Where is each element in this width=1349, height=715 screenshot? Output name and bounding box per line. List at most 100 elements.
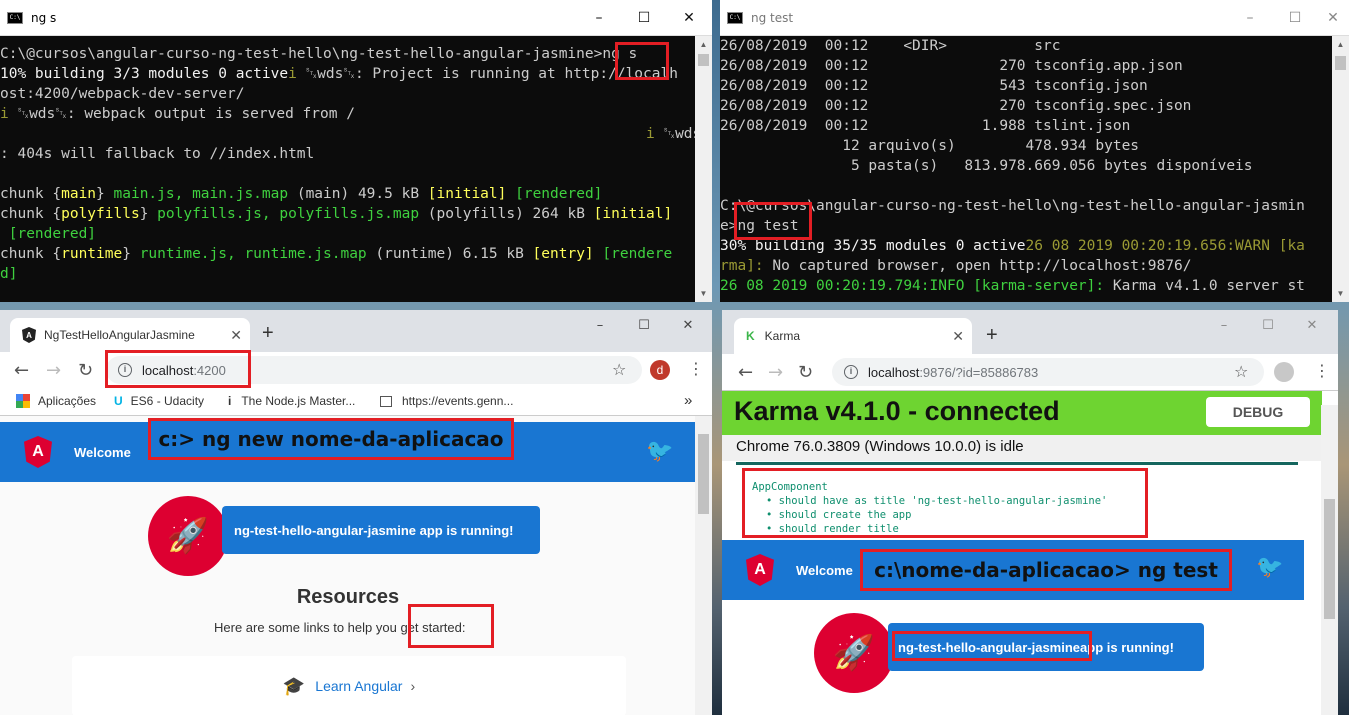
console-output[interactable]: C:\@cursos\angular-curso-ng-test-hello\n… — [0, 44, 695, 302]
star-icon[interactable]: ☆ — [612, 360, 626, 379]
bookmark-events[interactable]: https://events.genn... — [380, 394, 513, 408]
browser-toolbar: ← → ↻ i localhost:9876/?id=85886783 ☆ ⋮ — [722, 354, 1338, 390]
console-text: ␂wds␂ — [663, 126, 695, 142]
minimize-button[interactable]: – — [1227, 0, 1273, 36]
close-button[interactable]: ✕ — [1290, 310, 1334, 340]
console-text: rma]: — [720, 258, 773, 274]
page-scroll-thumb[interactable] — [1324, 499, 1335, 619]
scrollbar[interactable]: ▲ ▼ — [695, 36, 712, 302]
forward-icon[interactable]: → — [46, 360, 61, 381]
console-text: ␂wds␂: Project is running at http://loca… — [305, 66, 678, 82]
minimize-button[interactable]: – — [1202, 310, 1246, 340]
back-icon[interactable]: ← — [14, 360, 29, 381]
address-bar[interactable]: i localhost:9876/?id=85886783 — [832, 358, 1264, 386]
scroll-down-icon[interactable]: ▼ — [695, 285, 712, 302]
browser-window-karma[interactable]: K Karma ✕ + – ☐ ✕ ← → ↻ i localhost:9876… — [722, 310, 1338, 715]
close-tab-icon[interactable]: ✕ — [230, 327, 242, 344]
close-button[interactable]: ✕ — [666, 310, 710, 340]
learn-angular-link[interactable]: Learn Angular — [315, 678, 402, 694]
learn-angular-card[interactable]: 🎓 Learn Angular › — [72, 656, 626, 715]
console-output[interactable]: 26/08/2019 00:12 <DIR> src 26/08/2019 00:… — [720, 36, 1332, 302]
page-viewport[interactable]: A Welcome 🐦 🚀 ng-test-hello-angular-jasm… — [0, 416, 712, 715]
bookmark-udacity[interactable]: U ES6 - Udacity — [114, 394, 204, 408]
console-line: 26/08/2019 00:12 270 tsconfig.spec.json — [720, 96, 1332, 116]
karma-status-title: Karma v4.1.0 - connected — [734, 396, 1060, 426]
twitter-icon[interactable]: 🐦 — [1256, 554, 1283, 580]
maximize-button[interactable]: ☐ — [1272, 0, 1318, 36]
debug-button[interactable]: DEBUG — [1206, 397, 1310, 427]
url-host: localhost — [142, 362, 194, 378]
running-text: app is running! — [1080, 639, 1174, 655]
console-text: 26 08 2019 00:20:19.794:INFO [karma-serv… — [720, 278, 1113, 294]
minimize-button[interactable]: – — [578, 310, 622, 340]
close-button[interactable]: ✕ — [666, 0, 712, 36]
scroll-down-icon[interactable]: ▼ — [1332, 285, 1349, 302]
console-line: i ␂wds␂: webpack output is served from / — [0, 104, 695, 124]
back-icon[interactable]: ← — [738, 362, 753, 383]
console-line: chunk {runtime} runtime.js, runtime.js.m… — [0, 244, 695, 264]
app-running-banner: ng-test-hello-angular-jasmine app is run… — [222, 506, 540, 554]
maximize-button[interactable]: ☐ — [621, 0, 667, 36]
profile-avatar[interactable]: d — [650, 360, 670, 380]
karma-viewport[interactable]: Karma v4.1.0 - connected DEBUG Chrome 76… — [722, 390, 1338, 715]
bookmark-apps[interactable]: Aplicações — [16, 394, 96, 408]
console-text: [rendered] — [8, 226, 97, 242]
maximize-button[interactable]: ☐ — [1246, 310, 1290, 340]
scroll-up-icon[interactable]: ▲ — [1332, 36, 1349, 53]
new-tab-icon[interactable]: + — [986, 324, 998, 347]
scrollbar[interactable]: ▲ ▼ — [1332, 36, 1349, 302]
scroll-thumb[interactable] — [1335, 56, 1346, 70]
menu-icon[interactable]: ⋮ — [688, 359, 704, 378]
minimize-button[interactable]: – — [576, 0, 622, 36]
reload-icon[interactable]: ↻ — [78, 360, 93, 381]
address-bar[interactable]: i localhost:4200 — [106, 356, 642, 384]
new-tab-icon[interactable]: + — [262, 322, 274, 345]
welcome-text: Welcome — [74, 444, 131, 460]
star-icon[interactable]: ☆ — [1234, 362, 1248, 381]
close-button[interactable]: ✕ — [1317, 0, 1349, 36]
bookmark-nodejs[interactable]: i The Node.js Master... — [228, 394, 355, 408]
profile-avatar[interactable] — [1274, 362, 1294, 382]
console-text: No captured browser, open http://localho… — [772, 258, 1192, 274]
scroll-up-icon[interactable]: ▲ — [695, 36, 712, 53]
bookmark-label: The Node.js Master... — [241, 394, 356, 408]
info-icon[interactable]: i — [118, 363, 132, 377]
spec-item: • should have as title 'ng-test-hello-an… — [766, 495, 1108, 507]
cmd-titlebar[interactable]: C:\ ng s – ☐ ✕ — [0, 0, 712, 36]
console-line: 26/08/2019 00:12 1.988 tslint.json — [720, 116, 1332, 136]
page-scrollbar[interactable] — [695, 416, 712, 715]
cmd-window-ng-s[interactable]: C:\ ng s – ☐ ✕ C:\@cursos\angular-curso-… — [0, 0, 712, 302]
angular-toolbar: A Welcome 🐦 — [722, 540, 1304, 600]
angular-logo-icon: A — [24, 436, 52, 468]
browser-window-app[interactable]: A NgTestHelloAngularJasmine ✕ + – ☐ ✕ ← … — [0, 310, 712, 715]
maximize-button[interactable]: ☐ — [622, 310, 666, 340]
twitter-icon[interactable]: 🐦 — [646, 438, 673, 464]
url-host: localhost — [868, 364, 920, 380]
tab-app[interactable]: A NgTestHelloAngularJasmine ✕ — [10, 318, 250, 352]
bookmark-label: https://events.genn... — [402, 394, 514, 408]
console-line: C:\@cursos\angular-curso-ng-test-hello\n… — [0, 44, 695, 64]
cmd-titlebar[interactable]: C:\ ng test – ☐ ✕ — [720, 0, 1349, 36]
page-scroll-thumb[interactable] — [698, 434, 709, 514]
more-bookmarks-icon[interactable]: » — [684, 392, 692, 409]
spec-report: AppComponent • should have as title 'ng-… — [752, 480, 1107, 536]
angular-toolbar: A Welcome 🐦 — [0, 422, 696, 482]
browser-status: Chrome 76.0.3809 (Windows 10.0.0) is idl… — [722, 435, 1322, 461]
console-text: : 404s will fallback to //index.html — [0, 146, 315, 162]
subtitle-part: Here are some links to help you — [214, 620, 401, 635]
tab-karma[interactable]: K Karma ✕ — [734, 318, 972, 354]
url-port: :4200 — [193, 362, 226, 378]
browser-toolbar: ← → ↻ i localhost:4200 ☆ d ⋮ — [0, 352, 712, 388]
forward-icon[interactable]: → — [768, 362, 783, 383]
console-text: } — [122, 246, 140, 262]
cmd-window-ng-test[interactable]: C:\ ng test – ☐ ✕ 26/08/2019 00:12 <DIR>… — [720, 0, 1349, 302]
info-icon[interactable]: i — [844, 365, 858, 379]
scroll-thumb[interactable] — [698, 54, 709, 66]
spec-label: should render title — [778, 523, 899, 535]
reload-icon[interactable]: ↻ — [798, 362, 813, 383]
page-scrollbar[interactable] — [1321, 405, 1338, 715]
close-tab-icon[interactable]: ✕ — [952, 328, 964, 345]
menu-icon[interactable]: ⋮ — [1314, 361, 1330, 380]
karma-favicon-icon: K — [746, 329, 755, 343]
